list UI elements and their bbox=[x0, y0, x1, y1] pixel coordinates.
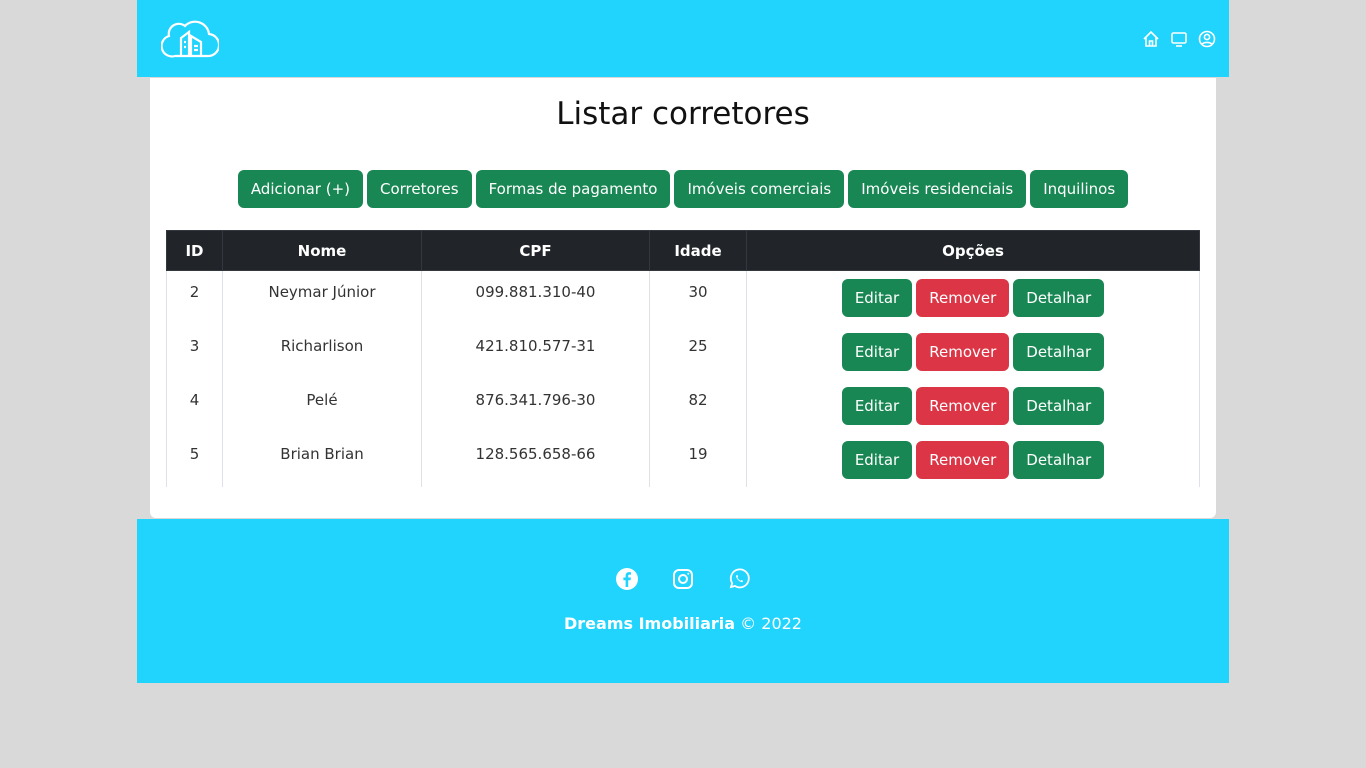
cell-cpf: 099.881.310-40 bbox=[421, 270, 650, 325]
copyright: Dreams Imobiliaria © 2022 bbox=[137, 614, 1229, 633]
user-circle-icon[interactable] bbox=[1197, 29, 1217, 49]
cell-nome: Pelé bbox=[222, 379, 422, 433]
remove-button[interactable]: Remover bbox=[916, 279, 1010, 317]
edit-button[interactable]: Editar bbox=[841, 333, 913, 371]
detail-button[interactable]: Detalhar bbox=[1013, 441, 1105, 479]
edit-button[interactable]: Editar bbox=[841, 279, 913, 317]
add-button[interactable]: Adicionar (+) bbox=[237, 170, 363, 208]
cell-nome: Richarlison bbox=[222, 325, 422, 379]
cell-nome: Brian Brian bbox=[222, 433, 422, 487]
whatsapp-icon[interactable] bbox=[727, 567, 751, 591]
facebook-icon[interactable] bbox=[615, 567, 639, 591]
site-header bbox=[137, 0, 1229, 77]
col-cpf: CPF bbox=[421, 230, 650, 271]
corretores-table: ID Nome CPF Idade Opções 2 Neymar Júnior… bbox=[166, 230, 1200, 487]
cell-cpf: 876.341.796-30 bbox=[421, 379, 650, 433]
cell-idade: 82 bbox=[649, 379, 747, 433]
monitor-icon[interactable] bbox=[1169, 29, 1189, 49]
cell-idade: 30 bbox=[649, 270, 747, 325]
cell-opcoes: Editar Remover Detalhar bbox=[746, 325, 1200, 379]
cell-opcoes: Editar Remover Detalhar bbox=[746, 433, 1200, 487]
remove-button[interactable]: Remover bbox=[916, 387, 1010, 425]
cell-id: 4 bbox=[166, 379, 223, 433]
imoveis-comerciais-button[interactable]: Imóveis comerciais bbox=[674, 170, 845, 208]
table-header-row: ID Nome CPF Idade Opções bbox=[166, 230, 1200, 271]
col-id: ID bbox=[166, 230, 223, 271]
action-buttons: Adicionar (+) Corretores Formas de pagam… bbox=[0, 170, 1366, 208]
cell-id: 5 bbox=[166, 433, 223, 487]
site-footer: Dreams Imobiliaria © 2022 bbox=[137, 519, 1229, 683]
cell-id: 3 bbox=[166, 325, 223, 379]
edit-button[interactable]: Editar bbox=[841, 387, 913, 425]
house-icon[interactable] bbox=[1141, 29, 1161, 49]
footer-brand: Dreams Imobiliaria bbox=[564, 614, 736, 633]
corretores-button[interactable]: Corretores bbox=[367, 170, 472, 208]
cell-id: 2 bbox=[166, 270, 223, 325]
cell-cpf: 128.565.658-66 bbox=[421, 433, 650, 487]
imoveis-residenciais-button[interactable]: Imóveis residenciais bbox=[848, 170, 1027, 208]
detail-button[interactable]: Detalhar bbox=[1013, 279, 1105, 317]
table-row: 5 Brian Brian 128.565.658-66 19 Editar R… bbox=[166, 433, 1200, 487]
cell-idade: 25 bbox=[649, 325, 747, 379]
cell-cpf: 421.810.577-31 bbox=[421, 325, 650, 379]
table-row: 3 Richarlison 421.810.577-31 25 Editar R… bbox=[166, 325, 1200, 379]
col-opcoes: Opções bbox=[746, 230, 1200, 271]
detail-button[interactable]: Detalhar bbox=[1013, 333, 1105, 371]
formas-pagamento-button[interactable]: Formas de pagamento bbox=[475, 170, 671, 208]
cell-idade: 19 bbox=[649, 433, 747, 487]
inquilinos-button[interactable]: Inquilinos bbox=[1030, 170, 1129, 208]
social-links bbox=[137, 567, 1229, 591]
footer-copy: © 2022 bbox=[740, 614, 802, 633]
page-title: Listar corretores bbox=[556, 96, 810, 132]
col-nome: Nome bbox=[222, 230, 422, 271]
remove-button[interactable]: Remover bbox=[916, 441, 1010, 479]
logo-icon[interactable] bbox=[160, 16, 221, 60]
nav-icons bbox=[1141, 29, 1217, 49]
cell-opcoes: Editar Remover Detalhar bbox=[746, 379, 1200, 433]
detail-button[interactable]: Detalhar bbox=[1013, 387, 1105, 425]
cell-nome: Neymar Júnior bbox=[222, 270, 422, 325]
table-row: 2 Neymar Júnior 099.881.310-40 30 Editar… bbox=[166, 270, 1200, 325]
cell-opcoes: Editar Remover Detalhar bbox=[746, 270, 1200, 325]
instagram-icon[interactable] bbox=[671, 567, 695, 591]
table-row: 4 Pelé 876.341.796-30 82 Editar Remover … bbox=[166, 379, 1200, 433]
edit-button[interactable]: Editar bbox=[841, 441, 913, 479]
col-idade: Idade bbox=[649, 230, 747, 271]
remove-button[interactable]: Remover bbox=[916, 333, 1010, 371]
